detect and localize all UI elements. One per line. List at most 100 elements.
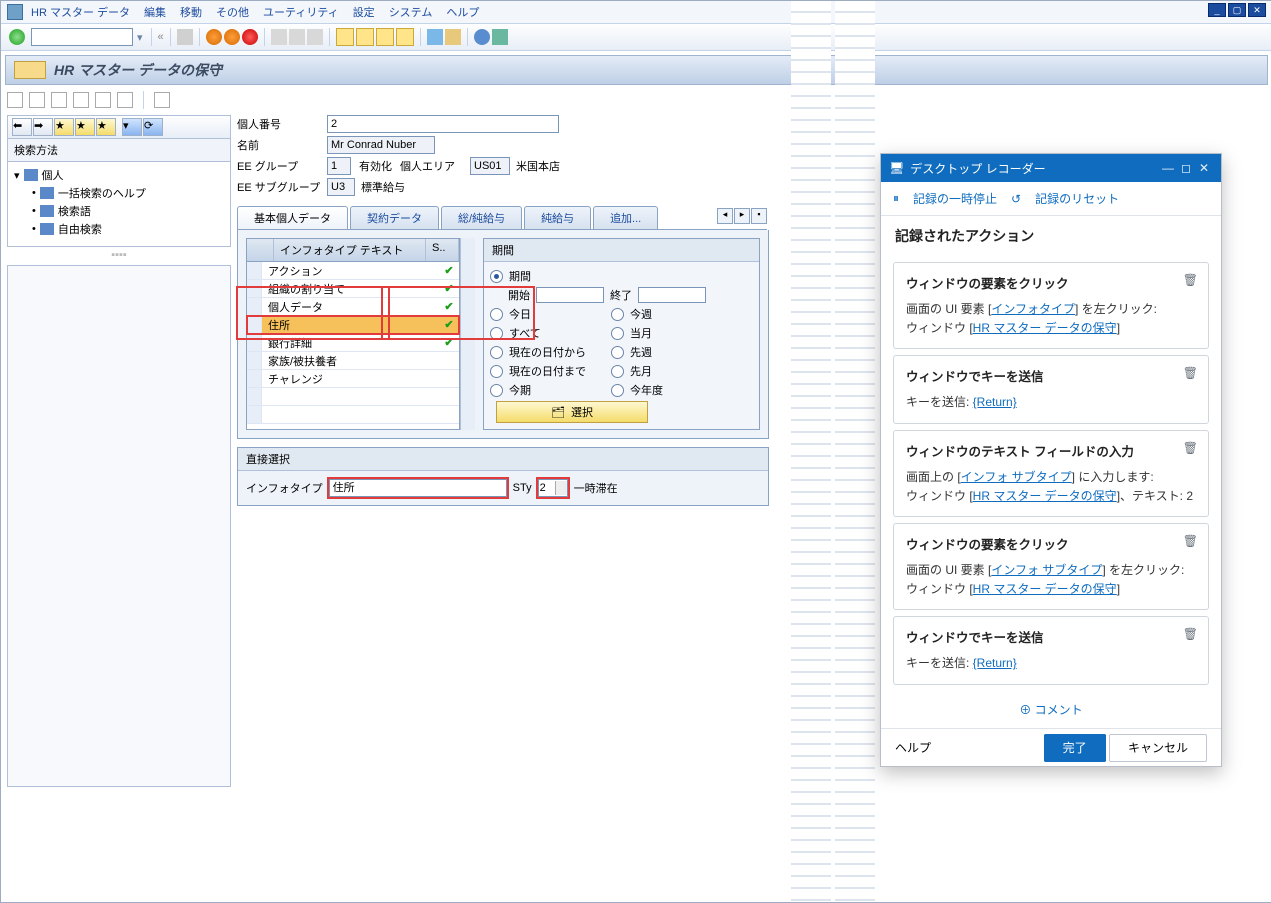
action-card[interactable]: 🗑ウィンドウでキーを送信キーを送信: {Return} xyxy=(893,616,1209,684)
reset-icon[interactable]: ↺ xyxy=(1011,192,1021,206)
radio-thismonth[interactable] xyxy=(611,327,624,340)
done-button[interactable]: 完了 xyxy=(1044,734,1106,762)
tab-grossnet[interactable]: 総/純給与 xyxy=(441,206,522,229)
col-status[interactable]: S.. xyxy=(426,239,459,261)
dropdown-icon[interactable]: ▾ xyxy=(137,31,143,44)
lastpage-icon[interactable] xyxy=(396,28,414,46)
tab-net[interactable]: 純給与 xyxy=(524,206,591,229)
menu-goto[interactable]: 移動 xyxy=(180,4,202,20)
enter-icon[interactable] xyxy=(9,29,25,45)
trash-icon[interactable]: 🗑 xyxy=(1183,273,1198,287)
tab-basic[interactable]: 基本個人データ xyxy=(237,206,348,229)
tab-left-icon[interactable]: ◂ xyxy=(717,208,733,224)
trash-icon[interactable]: 🗑 xyxy=(1183,366,1198,380)
recorder-maximize-icon[interactable]: ◻ xyxy=(1177,161,1195,175)
menu-settings[interactable]: 設定 xyxy=(353,4,375,20)
tab-right-icon[interactable]: ▸ xyxy=(734,208,750,224)
exit-icon[interactable] xyxy=(224,29,240,45)
splitter[interactable]: ▪▪▪▪ xyxy=(7,249,231,261)
input-start[interactable] xyxy=(536,287,604,303)
add-comment-button[interactable]: ⊕ コメント xyxy=(881,691,1221,728)
action-card[interactable]: 🗑ウィンドウの要素をクリック画面の UI 要素 [インフォ サブタイプ] を左ク… xyxy=(893,523,1209,610)
trash-icon[interactable]: 🗑 xyxy=(1183,534,1198,548)
menu-help[interactable]: ヘルプ xyxy=(446,4,479,20)
recorder-minimize-icon[interactable]: — xyxy=(1159,161,1177,175)
radio-lastmonth[interactable] xyxy=(611,365,624,378)
reset-button[interactable]: 記録のリセット xyxy=(1035,190,1119,207)
pause-icon[interactable]: ⏸ xyxy=(893,191,899,206)
search-tree: ▾ 個人 • 一括検索のヘルプ • 検索語 • 自由検索 xyxy=(7,162,231,247)
action-card[interactable]: 🗑ウィンドウでキーを送信キーを送信: {Return} xyxy=(893,355,1209,423)
maximize-icon[interactable]: ▢ xyxy=(1228,3,1246,17)
nav-fav3-icon[interactable]: ★ xyxy=(96,118,116,136)
menu-edit[interactable]: 編集 xyxy=(144,4,166,20)
menu-other[interactable]: その他 xyxy=(216,4,249,20)
find-icon[interactable] xyxy=(289,29,305,45)
radio-curyr[interactable] xyxy=(611,384,624,397)
firstpage-icon[interactable] xyxy=(336,28,354,46)
layout-icon[interactable] xyxy=(492,29,508,45)
tab-list-icon[interactable]: ▪ xyxy=(751,208,767,224)
prevpage-icon[interactable] xyxy=(356,28,374,46)
help-icon[interactable] xyxy=(474,29,490,45)
minimize-icon[interactable]: _ xyxy=(1208,3,1226,17)
save-icon[interactable] xyxy=(177,29,193,45)
input-end[interactable] xyxy=(638,287,706,303)
nav-fav-icon[interactable]: ★ xyxy=(54,118,74,136)
shortcut-icon[interactable] xyxy=(445,29,461,45)
close-icon[interactable]: ✕ xyxy=(1248,3,1266,17)
nav-next-icon[interactable]: ➡ xyxy=(33,118,53,136)
input-pernr[interactable]: 2 xyxy=(327,115,559,133)
nav-fav2-icon[interactable]: ★ xyxy=(75,118,95,136)
radio-thisweek[interactable] xyxy=(611,308,624,321)
copy-icon[interactable] xyxy=(73,92,89,108)
radio-period[interactable] xyxy=(490,270,503,283)
delete-icon[interactable] xyxy=(117,92,133,108)
nav-expand-icon[interactable]: ▾ xyxy=(122,118,142,136)
help-link[interactable]: ヘルプ xyxy=(895,739,931,756)
cancel-button[interactable]: キャンセル xyxy=(1109,734,1207,762)
pause-button[interactable]: 記録の一時停止 xyxy=(913,190,997,207)
trash-icon[interactable]: 🗑 xyxy=(1183,441,1198,455)
tree-item[interactable]: • 一括検索のヘルプ xyxy=(32,184,224,202)
radio-fromtoday[interactable] xyxy=(490,346,503,359)
recorder-close-icon[interactable]: ✕ xyxy=(1195,161,1213,175)
input-sty[interactable] xyxy=(538,479,568,497)
menu-hr[interactable]: HR マスター データ xyxy=(31,4,130,20)
radio-lastweek[interactable] xyxy=(611,346,624,359)
infotype-row[interactable]: チャレンジ xyxy=(247,370,459,388)
tab-contract[interactable]: 契約データ xyxy=(350,206,439,229)
nav-prev-icon[interactable]: ⬅ xyxy=(12,118,32,136)
menu-system[interactable]: システム xyxy=(389,4,433,20)
findnext-icon[interactable] xyxy=(307,29,323,45)
menu-util[interactable]: ユーティリティ xyxy=(263,4,339,20)
col-infotype[interactable]: インフォタイプ テキスト xyxy=(274,239,426,261)
change-icon[interactable] xyxy=(29,92,45,108)
overview-icon[interactable] xyxy=(154,92,170,108)
back-sap-icon[interactable] xyxy=(206,29,222,45)
infotype-row[interactable]: アクション✔ xyxy=(247,262,459,280)
tree-root[interactable]: ▾ 個人 xyxy=(14,166,224,184)
radio-totoday[interactable] xyxy=(490,365,503,378)
tree-item[interactable]: • 検索語 xyxy=(32,202,224,220)
select-button[interactable]: 🗂選択 xyxy=(496,401,648,423)
print-icon[interactable] xyxy=(271,29,287,45)
tree-item[interactable]: • 自由検索 xyxy=(32,220,224,238)
input-infotype[interactable]: 住所 xyxy=(329,479,507,497)
create-icon[interactable] xyxy=(7,92,23,108)
newsession-icon[interactable] xyxy=(427,29,443,45)
trash-icon[interactable]: 🗑 xyxy=(1183,627,1198,641)
tab-more[interactable]: 追加... xyxy=(593,206,658,229)
nav-refresh-icon[interactable]: ⟳ xyxy=(143,118,163,136)
cancel-icon[interactable] xyxy=(242,29,258,45)
delimit-icon[interactable] xyxy=(95,92,111,108)
action-card[interactable]: 🗑ウィンドウの要素をクリック画面の UI 要素 [インフォタイプ] を左クリック… xyxy=(893,262,1209,349)
command-field[interactable] xyxy=(31,28,133,46)
nextpage-icon[interactable] xyxy=(376,28,394,46)
display-icon[interactable] xyxy=(51,92,67,108)
action-card[interactable]: 🗑ウィンドウのテキスト フィールドの入力画面上の [インフォ サブタイプ] に入… xyxy=(893,430,1209,517)
infotype-row[interactable]: 家族/被扶養者 xyxy=(247,352,459,370)
f4-icon[interactable] xyxy=(555,481,567,495)
back-icon[interactable]: « xyxy=(158,31,164,43)
radio-curper[interactable] xyxy=(490,384,503,397)
